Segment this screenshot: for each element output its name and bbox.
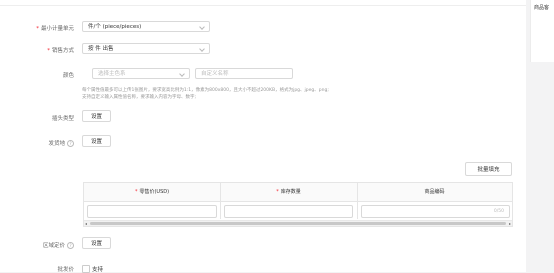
chevron-down-icon bbox=[179, 71, 185, 77]
sku-table: * 零售价(USD) * 库存数量 商品编码 0/50 ◂ ▸ bbox=[83, 182, 513, 227]
color-hint-line2: 支持自定义输入属性值名称，要求输入内容为字母、数字; bbox=[82, 95, 197, 100]
retail-price-input[interactable] bbox=[87, 205, 217, 218]
help-icon[interactable]: ? bbox=[67, 242, 74, 249]
side-card: 商品客 bbox=[530, 0, 554, 62]
ship-from-set-button[interactable]: 设置 bbox=[82, 135, 111, 147]
main-panel: * 最小计量单元 件/个 (piece/pieces) * 销售方式 按 件 出售 … bbox=[0, 0, 526, 273]
region-price-set-button[interactable]: 设置 bbox=[82, 237, 111, 249]
page: * 最小计量单元 件/个 (piece/pieces) * 销售方式 按 件 出售 … bbox=[0, 0, 554, 273]
plug-type-set-button[interactable]: 设置 bbox=[82, 110, 111, 122]
col-divider bbox=[357, 183, 358, 219]
ship-from-label: 发货地? bbox=[10, 139, 74, 147]
col-stock-header: * 库存数量 bbox=[220, 183, 357, 202]
color-family-select[interactable]: 选择主色系 bbox=[92, 68, 190, 79]
color-hint-line1: 每个属性值最多可以上传1张图片，要求宽高比例为1:1，像素为800x800，且大… bbox=[82, 88, 329, 93]
horizontal-scrollbar[interactable]: ◂ ▸ bbox=[84, 220, 512, 226]
chevron-down-icon bbox=[199, 24, 205, 30]
custom-color-placeholder: 自定义名称 bbox=[201, 71, 229, 77]
min-unit-value: 件/个 (piece/pieces) bbox=[88, 24, 142, 30]
chevron-down-icon bbox=[199, 46, 205, 52]
sale-mode-select[interactable]: 按 件 出售 bbox=[82, 43, 210, 54]
plug-type-label: 插头类型 bbox=[51, 116, 74, 122]
char-counter: 0/50 bbox=[493, 209, 504, 214]
side-card-title: 商品客 bbox=[534, 5, 550, 11]
color-label: 颜色 bbox=[62, 73, 74, 79]
scrollbar-thumb[interactable] bbox=[90, 222, 506, 225]
min-unit-label: * 最小计量单元 bbox=[36, 26, 74, 32]
scroll-left-icon[interactable]: ◂ bbox=[85, 221, 87, 226]
color-family-placeholder: 选择主色系 bbox=[98, 71, 126, 77]
batch-fill-button[interactable]: 批量填充 bbox=[465, 162, 512, 176]
min-unit-select[interactable]: 件/个 (piece/pieces) bbox=[82, 21, 210, 32]
help-icon[interactable]: ? bbox=[67, 140, 74, 147]
top-divider bbox=[0, 5, 526, 6]
col-divider bbox=[220, 183, 221, 219]
col-sku-code-header: 商品编码 bbox=[357, 183, 512, 202]
custom-color-name-input[interactable]: 自定义名称 bbox=[195, 68, 293, 79]
sale-mode-label: * 销售方式 bbox=[47, 48, 74, 54]
col-retail-price-header: * 零售价(USD) bbox=[84, 183, 220, 202]
region-price-label: 区域定价? bbox=[10, 241, 74, 249]
scroll-right-icon[interactable]: ▸ bbox=[509, 221, 511, 226]
sku-code-input[interactable]: 0/50 bbox=[361, 205, 510, 218]
sale-mode-value: 按 件 出售 bbox=[88, 46, 114, 52]
stock-input[interactable] bbox=[224, 205, 353, 218]
